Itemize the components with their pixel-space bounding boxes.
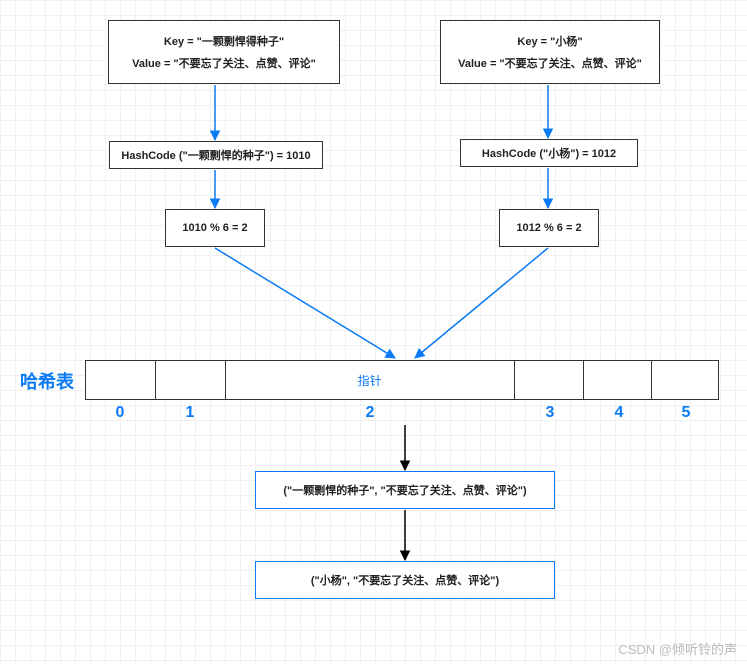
pointer-label: 指针 (358, 372, 382, 389)
left-kv-box: Key = "一颗剽悍得种子" Value = "不要忘了关注、点赞、评论" (108, 20, 340, 84)
left-mod-text: 1010 % 6 = 2 (182, 222, 247, 234)
hash-table-label: 哈希表 (20, 368, 74, 394)
hash-cell-0 (86, 361, 156, 399)
hash-cell-4 (584, 361, 652, 399)
hash-cell-2: 指针 (226, 361, 515, 399)
index-0: 0 (85, 404, 155, 422)
right-mod-text: 1012 % 6 = 2 (516, 222, 581, 234)
hash-cell-5 (652, 361, 718, 399)
left-value-line: Value = "不要忘了关注、点赞、评论" (132, 55, 316, 71)
right-kv-box: Key = "小杨" Value = "不要忘了关注、点赞、评论" (440, 20, 660, 84)
result-first-text: ("一颗剽悍的种子", "不要忘了关注、点赞、评论") (283, 482, 526, 498)
hash-cell-3 (515, 361, 585, 399)
result-first: ("一颗剽悍的种子", "不要忘了关注、点赞、评论") (255, 471, 555, 509)
hash-cell-1 (156, 361, 226, 399)
index-2: 2 (225, 404, 515, 422)
left-hashcode-box: HashCode ("一颗剽悍的种子") = 1010 (109, 141, 323, 169)
right-mod-box: 1012 % 6 = 2 (499, 209, 599, 247)
hash-table: 指针 0 1 2 3 4 5 (85, 360, 719, 422)
index-4: 4 (585, 404, 653, 422)
right-value-line: Value = "不要忘了关注、点赞、评论" (458, 55, 642, 71)
right-hashcode-text: HashCode ("小杨") = 1012 (482, 145, 616, 161)
left-mod-box: 1010 % 6 = 2 (165, 209, 265, 247)
index-3: 3 (515, 404, 585, 422)
result-second: ("小杨", "不要忘了关注、点赞、评论") (255, 561, 555, 599)
left-hashcode-text: HashCode ("一颗剽悍的种子") = 1010 (121, 147, 310, 163)
result-second-text: ("小杨", "不要忘了关注、点赞、评论") (311, 572, 499, 588)
right-hashcode-box: HashCode ("小杨") = 1012 (460, 139, 638, 167)
watermark: CSDN @倾听铃的声 (618, 639, 737, 658)
left-key-line: Key = "一颗剽悍得种子" (164, 33, 284, 49)
index-5: 5 (653, 404, 719, 422)
index-1: 1 (155, 404, 225, 422)
right-key-line: Key = "小杨" (517, 33, 582, 49)
